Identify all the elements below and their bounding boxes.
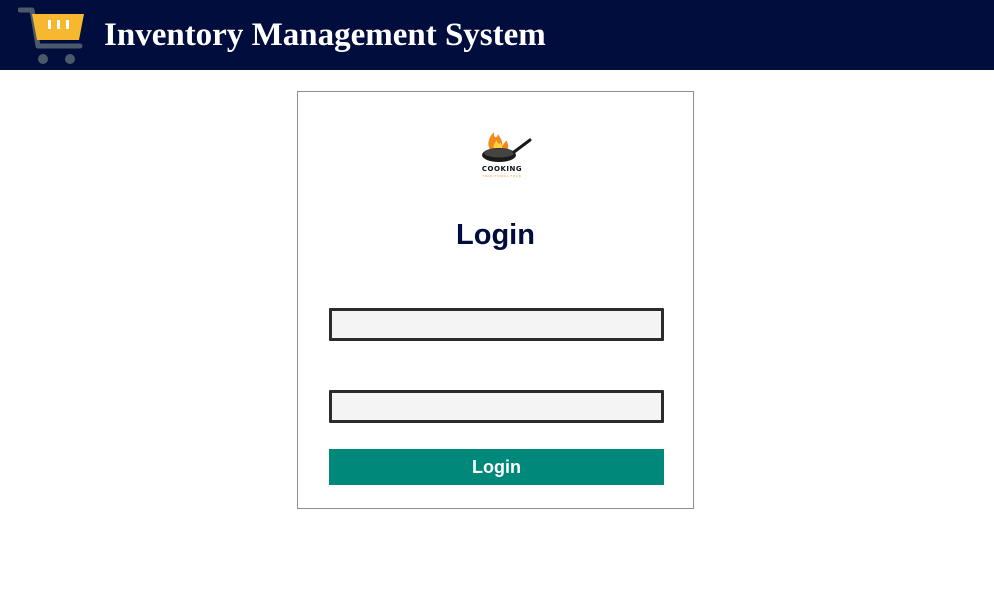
password-input[interactable] bbox=[329, 390, 664, 423]
logo-subtext: TRADITIONAL FOOD bbox=[482, 174, 522, 178]
username-input[interactable] bbox=[329, 308, 664, 341]
logo-text: COOKING bbox=[481, 165, 523, 173]
login-heading: Login bbox=[456, 219, 535, 251]
cooking-pan-flame-logo: COOKING TRADITIONAL FOOD bbox=[470, 126, 534, 186]
login-button[interactable]: Login bbox=[329, 449, 664, 485]
login-card: COOKING TRADITIONAL FOOD Login Login bbox=[297, 91, 694, 509]
app-title: Inventory Management System bbox=[104, 17, 546, 53]
shopping-cart-icon bbox=[18, 7, 84, 64]
app-header: Inventory Management System bbox=[0, 0, 994, 70]
